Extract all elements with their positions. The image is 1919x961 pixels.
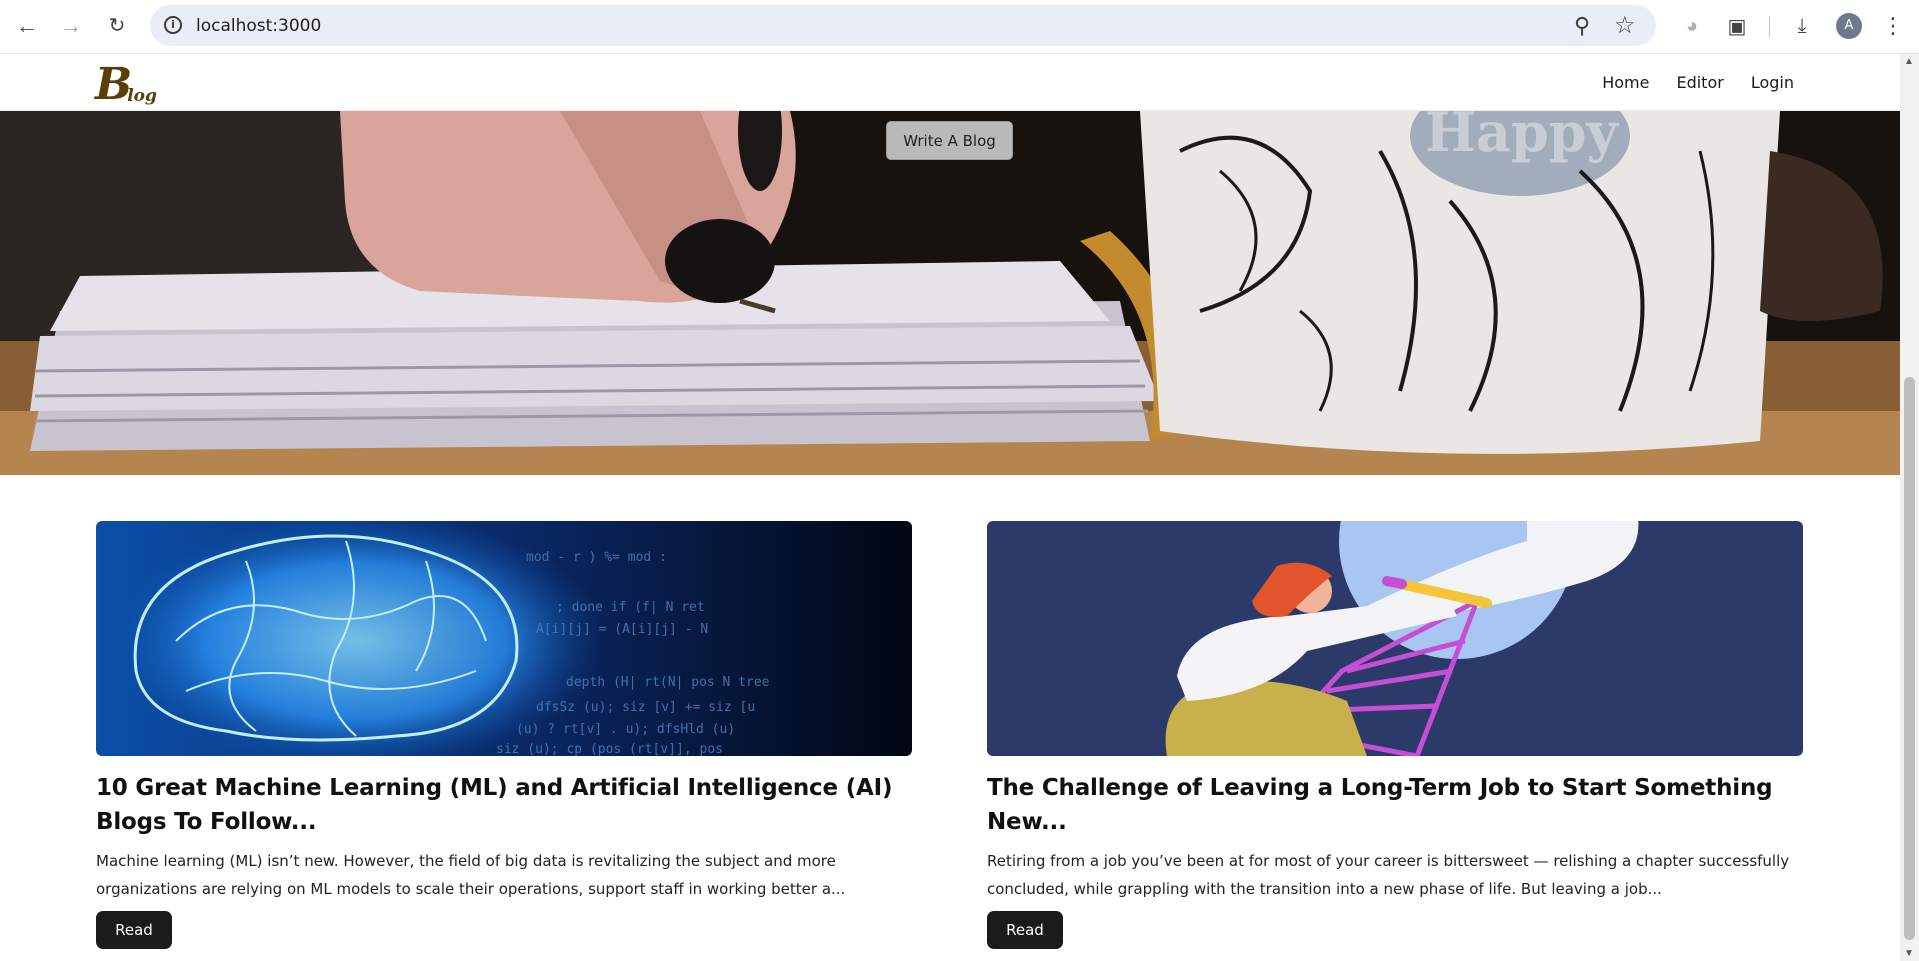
logo-suffix: log	[127, 86, 157, 106]
read-button[interactable]: Read	[987, 911, 1063, 949]
nav-editor-link[interactable]: Editor	[1676, 73, 1723, 92]
more-menu-icon[interactable]: ⋮	[1879, 12, 1907, 40]
blog-card: The Challenge of Leaving a Long-Term Job…	[987, 521, 1803, 949]
blog-card-title[interactable]: 10 Great Machine Learning (ML) and Artif…	[96, 771, 912, 839]
blog-card-excerpt: Machine learning (ML) isn’t new. However…	[96, 852, 846, 898]
blog-card-excerpt: Retiring from a job you’ve been at for m…	[987, 852, 1790, 898]
page-scrollbar[interactable]: ▲ ▼	[1900, 54, 1919, 961]
address-bar[interactable]: i localhost:3000 ⚲ ☆	[150, 5, 1656, 46]
nav-links: Home Editor Login	[1602, 73, 1794, 92]
svg-text:siz (u); cp (pos (rt[v]], pos: siz (u); cp (pos (rt[v]], pos	[496, 742, 723, 756]
mug-text: Happy	[1425, 111, 1620, 164]
svg-text:(u) ? rt[v] . u); dfsHld (u): (u) ? rt[v] . u); dfsHld (u)	[516, 722, 735, 737]
site-logo[interactable]: Blog	[95, 59, 160, 110]
nav-login-link[interactable]: Login	[1751, 73, 1794, 92]
nav-home-link[interactable]: Home	[1602, 73, 1649, 92]
scroll-up-icon[interactable]: ▲	[1904, 56, 1914, 67]
read-button[interactable]: Read	[96, 911, 172, 949]
blog-card-title[interactable]: The Challenge of Leaving a Long-Term Job…	[987, 771, 1803, 839]
zoom-icon[interactable]: ⚲	[1574, 13, 1590, 39]
svg-text:depth (H| rt(N| pos N tree: depth (H| rt(N| pos N tree	[566, 675, 770, 690]
blog-card-image-ml[interactable]: mod - r ) %= mod : ; done if (f| N ret A…	[96, 521, 912, 756]
hero-banner: Happy Write A Blog	[0, 111, 1900, 475]
address-url[interactable]: localhost:3000	[196, 16, 321, 36]
browser-toolbar: ← → ↻ i localhost:3000 ⚲ ☆ ◕ ▣ ⤓ A ⋮	[0, 0, 1919, 54]
back-arrow-icon[interactable]: ←	[11, 10, 43, 42]
svg-text:mod - r ) %= mod :: mod - r ) %= mod :	[526, 550, 667, 565]
forward-arrow-icon[interactable]: →	[55, 10, 87, 42]
extension-puzzle-icon[interactable]: ▣	[1723, 12, 1751, 40]
scrollbar-thumb[interactable]	[1904, 377, 1915, 940]
svg-text:A[i][j] = (A[i][j] - N: A[i][j] = (A[i][j] - N	[536, 622, 708, 637]
ladder-illustration	[987, 521, 1803, 756]
write-blog-button[interactable]: Write A Blog	[886, 121, 1013, 160]
blog-card: mod - r ) %= mod : ; done if (f| N ret A…	[96, 521, 912, 949]
svg-text:dfsSz (u); siz [v] += siz [u: dfsSz (u); siz [v] += siz [u	[536, 700, 755, 715]
blog-card-image-career[interactable]	[987, 521, 1803, 756]
hero-image: Happy	[0, 111, 1900, 475]
logo-letter: B	[95, 59, 132, 110]
profile-avatar[interactable]: A	[1836, 13, 1862, 39]
svg-text:; done if (f| N ret: ; done if (f| N ret	[556, 600, 705, 615]
site-info-icon[interactable]: i	[164, 16, 182, 34]
pending-icon[interactable]: ◕	[1678, 12, 1706, 40]
brain-illustration: mod - r ) %= mod : ; done if (f| N ret A…	[96, 521, 912, 756]
download-icon[interactable]: ⤓	[1788, 12, 1816, 40]
bookmark-star-icon[interactable]: ☆	[1614, 11, 1636, 40]
toolbar-divider	[1769, 16, 1770, 38]
scroll-down-icon[interactable]: ▼	[1904, 948, 1914, 959]
site-navbar: Blog Home Editor Login	[0, 54, 1900, 111]
reload-icon[interactable]: ↻	[101, 10, 133, 42]
